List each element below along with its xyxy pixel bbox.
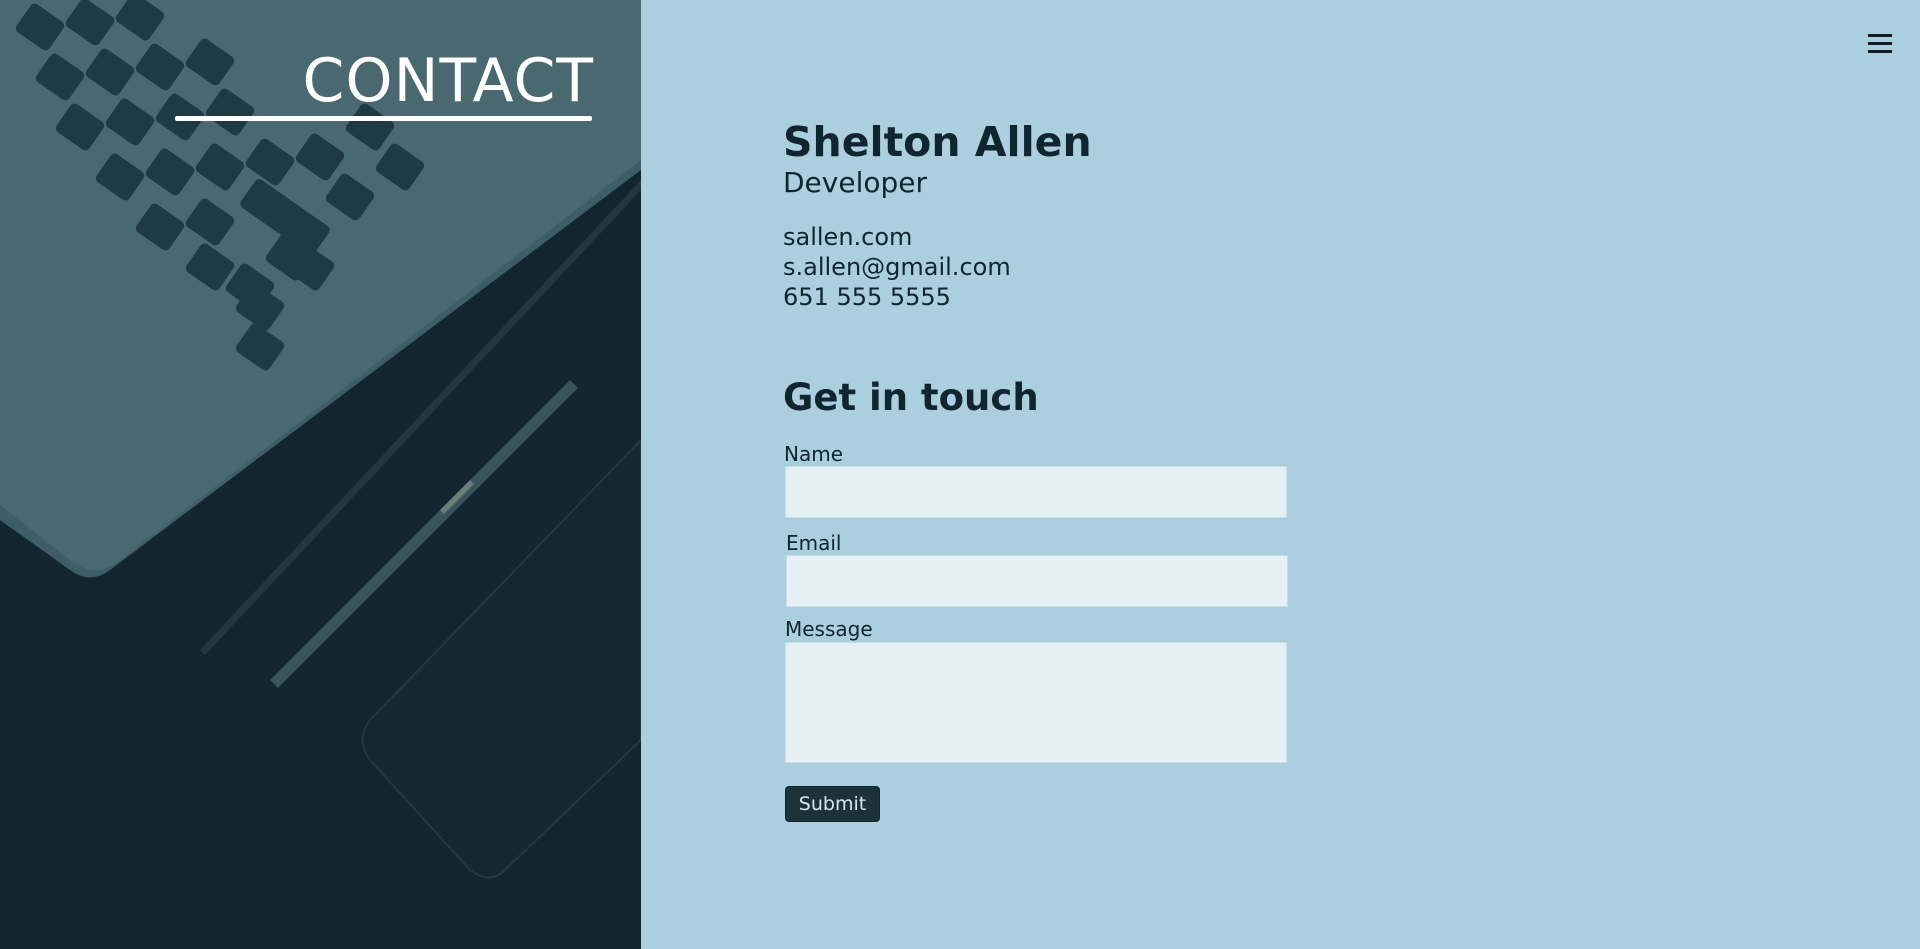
contact-details: sallen.com s.allen@gmail.com 651 555 555…	[783, 222, 1303, 312]
profile-name: Shelton Allen	[783, 118, 1092, 166]
phone-number: 651 555 5555	[783, 283, 951, 311]
contact-page: CONTACT Shelton Allen Developer sallen.c…	[0, 0, 1920, 949]
page-title: CONTACT	[302, 46, 594, 116]
title-underline	[175, 116, 592, 121]
menu-bar	[1868, 34, 1892, 37]
profile-section: Shelton Allen Developer sallen.com s.all…	[783, 118, 1303, 312]
email-link[interactable]: s.allen@gmail.com	[783, 252, 1303, 282]
laptop-photo-background	[0, 0, 641, 879]
email-field[interactable]	[786, 555, 1288, 607]
name-field[interactable]	[785, 466, 1287, 518]
message-field[interactable]	[785, 642, 1287, 763]
name-label: Name	[784, 442, 844, 466]
website-link[interactable]: sallen.com	[783, 222, 1303, 252]
email-label: Email	[786, 531, 842, 555]
submit-button[interactable]: Submit	[785, 786, 880, 822]
menu-bar	[1868, 50, 1892, 53]
form-heading: Get in touch	[783, 376, 1039, 419]
menu-bar	[1868, 42, 1892, 45]
profile-role: Developer	[783, 166, 928, 199]
message-label: Message	[785, 617, 873, 641]
hamburger-menu-icon[interactable]	[1866, 34, 1894, 58]
hero-panel: CONTACT	[0, 0, 641, 949]
